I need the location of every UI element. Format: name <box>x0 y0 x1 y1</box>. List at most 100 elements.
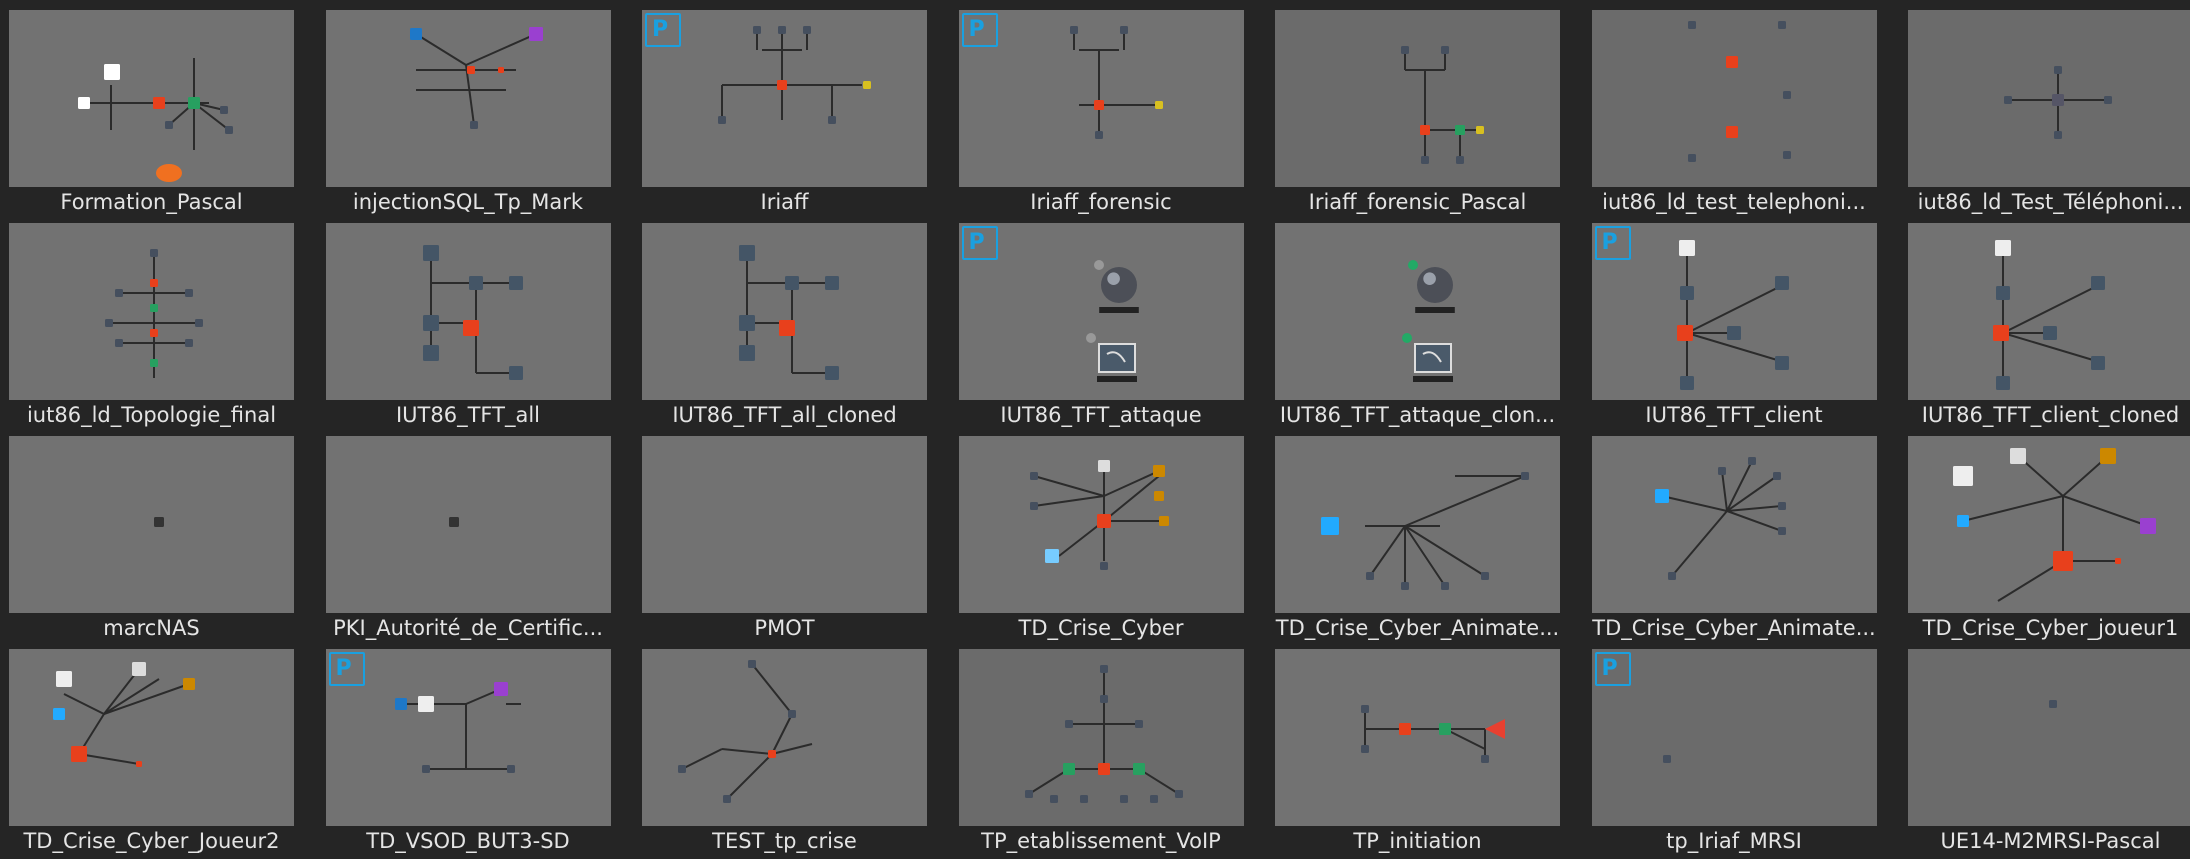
project-card[interactable]: PKI_Autorité_de_Certific... <box>325 436 611 641</box>
topology-preview <box>448 517 459 527</box>
project-card[interactable]: TEST_tp_crise <box>642 649 927 854</box>
project-card[interactable]: TD_Crise_Cyber_joueur1 <box>1908 436 2190 641</box>
project-thumbnail[interactable] <box>1275 223 1560 400</box>
project-card[interactable]: TD_Crise_Cyber_Animate... <box>1275 436 1560 641</box>
topology-preview <box>1024 665 1183 803</box>
private-project-badge: P <box>328 652 365 686</box>
project-card[interactable]: marcNAS <box>9 436 294 641</box>
topology-preview <box>1953 448 2156 602</box>
topology-preview <box>2004 66 2112 139</box>
topology-preview <box>2049 700 2057 708</box>
project-thumbnail[interactable]: P <box>642 10 927 187</box>
project-name: TP_etablissement_VoIP <box>981 829 1221 853</box>
project-card[interactable]: P TD_VSOD_BUT3-SD <box>325 649 611 854</box>
project-card[interactable]: P IUT86_TFT_client <box>1591 223 1877 428</box>
project-thumbnail[interactable] <box>325 223 611 400</box>
project-card[interactable]: IUT86_TFT_all <box>325 223 611 428</box>
project-name: TEST_tp_crise <box>712 829 857 853</box>
project-name: PKI_Autorité_de_Certific... <box>333 616 603 640</box>
project-card[interactable]: IUT86_TFT_attaque_clon... <box>1275 223 1560 428</box>
project-thumbnail[interactable] <box>642 649 927 826</box>
topology-preview <box>642 436 927 613</box>
project-thumbnail[interactable] <box>1908 649 2190 826</box>
project-thumbnail[interactable] <box>1275 436 1560 613</box>
project-name: TD_Crise_Cyber_Animate... <box>1592 616 1876 640</box>
project-card[interactable]: P Iriaff_forensic <box>958 10 1244 215</box>
project-card[interactable]: IUT86_TFT_all_cloned <box>642 223 927 428</box>
project-card[interactable]: Iriaff_forensic_Pascal <box>1275 10 1560 215</box>
topology-preview <box>394 682 521 773</box>
project-card[interactable]: Formation_Pascal <box>9 10 294 215</box>
project-name: IUT86_TFT_client <box>1645 403 1823 427</box>
project-name: TP_initiation <box>1353 829 1482 853</box>
project-thumbnail[interactable]: P <box>958 223 1244 400</box>
project-card[interactable]: iut86_ld_Test_Téléphoni... <box>1908 10 2190 215</box>
project-card[interactable]: TD_Crise_Cyber_Joueur2 <box>9 649 294 854</box>
project-name: Formation_Pascal <box>60 190 243 214</box>
project-thumbnail[interactable] <box>325 436 611 613</box>
project-card[interactable]: TP_initiation <box>1275 649 1560 854</box>
project-name: IUT86_TFT_attaque_clon... <box>1279 403 1556 427</box>
project-name: Iriaff_forensic <box>1030 190 1172 214</box>
project-thumbnail[interactable]: P <box>1591 649 1877 826</box>
topology-preview <box>1069 26 1163 139</box>
project-thumbnail[interactable] <box>9 649 294 826</box>
project-thumbnail[interactable] <box>1275 10 1560 187</box>
topology-preview <box>739 245 839 380</box>
topology-preview <box>78 58 233 182</box>
project-grid: Formation_Pascal injectionSQL_Tp_Mark P Iri… <box>0 0 2190 859</box>
project-thumbnail[interactable] <box>1908 436 2190 613</box>
project-card[interactable]: P IUT86_TFT_attaque <box>958 223 1244 428</box>
project-thumbnail[interactable] <box>1908 223 2190 400</box>
topology-preview <box>1361 705 1505 763</box>
project-thumbnail[interactable] <box>1591 10 1877 187</box>
project-thumbnail[interactable] <box>958 436 1244 613</box>
project-name: Iriaff_forensic_Pascal <box>1308 190 1527 214</box>
project-card[interactable]: injectionSQL_Tp_Mark <box>325 10 611 215</box>
project-thumbnail[interactable] <box>9 436 294 613</box>
project-thumbnail[interactable] <box>1591 436 1877 613</box>
project-card[interactable]: P Iriaff <box>642 10 927 215</box>
project-name: TD_Crise_Cyber_Joueur2 <box>23 829 280 853</box>
project-name: TD_Crise_Cyber_Animate... <box>1275 616 1560 640</box>
project-thumbnail[interactable]: P <box>325 649 611 826</box>
topology-preview <box>1402 260 1455 382</box>
project-thumbnail[interactable] <box>9 223 294 400</box>
project-name: iut86_ld_Topologie_final <box>26 403 277 427</box>
topology-preview <box>1662 755 1671 763</box>
project-name: IUT86_TFT_all <box>395 403 541 427</box>
project-card[interactable]: PMOT <box>642 436 927 641</box>
project-card[interactable]: UE14-M2MRSI-Pascal <box>1908 649 2190 854</box>
project-card[interactable]: Ptp_Iriaf_MRSI <box>1591 649 1877 854</box>
project-name: TD_Crise_Cyber <box>1018 616 1184 640</box>
project-thumbnail[interactable]: P <box>1591 223 1877 400</box>
project-card[interactable]: iut86_ld_test_telephoni... <box>1591 10 1877 215</box>
project-card[interactable]: TD_Crise_Cyber <box>958 436 1244 641</box>
project-thumbnail[interactable] <box>1908 10 2190 187</box>
topology-preview <box>105 249 203 378</box>
topology-preview <box>422 245 523 380</box>
topology-preview <box>1654 457 1786 580</box>
topology-preview <box>154 517 164 527</box>
project-thumbnail[interactable]: P <box>958 10 1244 187</box>
project-thumbnail[interactable] <box>642 223 927 400</box>
project-card[interactable]: TP_etablissement_VoIP <box>958 649 1244 854</box>
project-name: iut86_ld_test_telephoni... <box>1602 190 1866 214</box>
project-card[interactable]: IUT86_TFT_client_cloned <box>1908 223 2190 428</box>
project-thumbnail[interactable] <box>9 10 294 187</box>
project-name: tp_Iriaf_MRSI <box>1666 829 1802 853</box>
topology-preview <box>1401 46 1484 164</box>
project-name: injectionSQL_Tp_Mark <box>352 190 584 214</box>
project-thumbnail[interactable] <box>958 649 1244 826</box>
project-name: IUT86_TFT_attaque <box>1000 403 1202 427</box>
project-card[interactable]: iut86_ld_Topologie_final <box>9 223 294 428</box>
project-card[interactable]: TD_Crise_Cyber_Animate... <box>1591 436 1877 641</box>
project-thumbnail[interactable] <box>1275 649 1560 826</box>
topology-preview <box>53 662 195 767</box>
topology-preview <box>718 26 871 124</box>
topology-preview <box>1085 260 1139 382</box>
project-thumbnail[interactable] <box>642 436 927 613</box>
private-project-badge: P <box>645 13 681 47</box>
project-name: PMOT <box>754 616 815 640</box>
project-thumbnail[interactable] <box>325 10 611 187</box>
